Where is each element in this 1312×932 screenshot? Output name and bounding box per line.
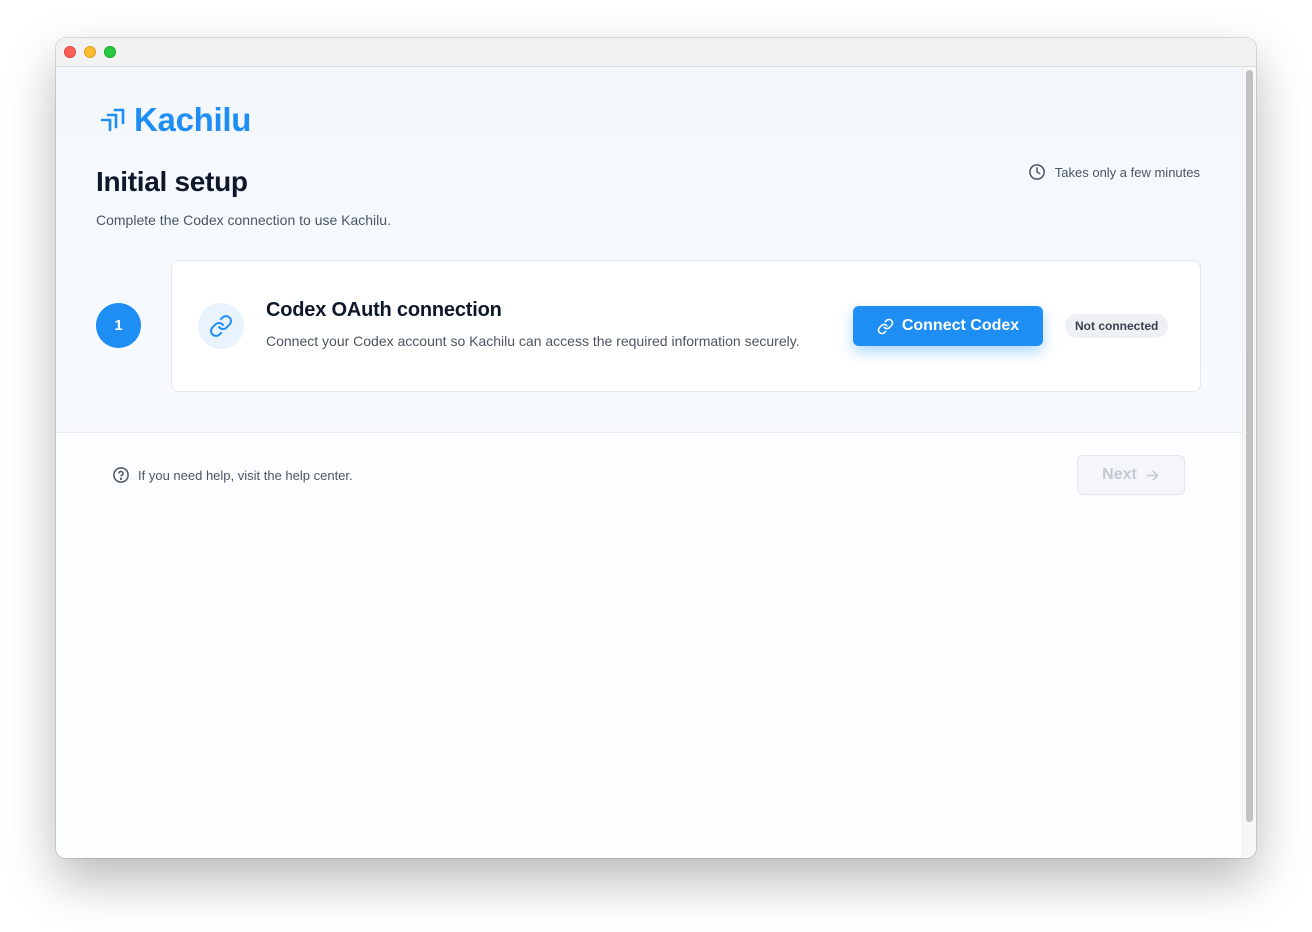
card-title: Codex OAuth connection (266, 299, 502, 321)
next-label: Next (1102, 466, 1137, 483)
card-description: Connect your Codex account so Kachilu ca… (266, 333, 800, 349)
help-hint[interactable]: If you need help, visit the help center. (112, 466, 353, 484)
step-number-badge: 1 (96, 303, 141, 348)
page-title: Initial setup (96, 166, 248, 197)
next-button[interactable]: Next (1077, 455, 1185, 495)
link-icon (877, 318, 894, 334)
arrow-right-icon (1146, 469, 1159, 481)
time-estimate: Takes only a few minutes (1028, 163, 1200, 181)
close-window-button[interactable] (64, 46, 76, 58)
vertical-scrollbar[interactable] (1242, 67, 1256, 858)
kachilu-logo-mark-icon (100, 108, 125, 132)
brand-name: Kachilu (134, 101, 252, 138)
time-estimate-text: Takes only a few minutes (1054, 164, 1200, 180)
desktop: Kachilu Initial setup Complete the Codex… (0, 0, 1312, 932)
footer-area (56, 433, 1242, 858)
codex-oauth-card: Codex OAuth connection Connect your Code… (171, 260, 1201, 392)
connect-codex-label: Connect Codex (901, 317, 1020, 334)
brand-logo: Kachilu (100, 101, 251, 139)
setup-content: Kachilu Initial setup Complete the Codex… (56, 67, 1242, 858)
zoom-window-button[interactable] (104, 46, 116, 58)
window-titlebar[interactable] (56, 38, 1256, 67)
help-circle-icon (113, 467, 129, 483)
card-icon-circle (198, 303, 244, 349)
connect-codex-button[interactable]: Connect Codex (853, 306, 1043, 346)
minimize-window-button[interactable] (84, 46, 96, 58)
connection-status-badge: Not connected (1065, 314, 1169, 338)
link-icon (210, 315, 232, 337)
scrollbar-thumb[interactable] (1246, 70, 1253, 822)
app-window: Kachilu Initial setup Complete the Codex… (56, 38, 1256, 858)
help-text: If you need help, visit the help center. (138, 467, 353, 483)
page-subtitle: Complete the Codex connection to use Kac… (96, 212, 391, 228)
clock-icon (1028, 164, 1045, 180)
